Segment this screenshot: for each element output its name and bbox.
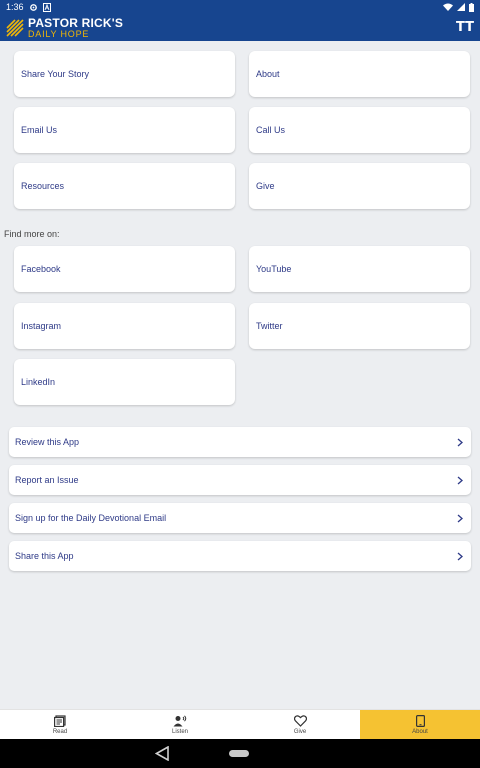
- email-us-button[interactable]: Email Us: [14, 107, 235, 153]
- wifi-icon: [443, 3, 453, 11]
- tile-label: Give: [256, 181, 275, 191]
- share-app-row[interactable]: Share this App: [9, 541, 471, 571]
- chevron-right-icon: [455, 475, 465, 485]
- resources-button[interactable]: Resources: [14, 163, 235, 209]
- nav-label: Give: [293, 728, 307, 735]
- nav-tab-read[interactable]: Read: [0, 710, 120, 739]
- logo-subtitle: DAILY HOPE: [28, 28, 90, 39]
- home-pill-button[interactable]: [229, 750, 249, 757]
- nav-tab-listen[interactable]: Listen: [120, 710, 240, 739]
- back-icon[interactable]: [154, 745, 169, 766]
- instagram-link[interactable]: Instagram: [14, 303, 235, 349]
- nav-label: Listen: [171, 728, 188, 735]
- settings-icon: [29, 3, 38, 12]
- review-app-row[interactable]: Review this App: [9, 427, 471, 457]
- chevron-right-icon: [455, 513, 465, 523]
- phone-icon: [415, 714, 425, 727]
- call-us-button[interactable]: Call Us: [249, 107, 470, 153]
- bottom-nav: Read Listen Give About: [0, 709, 480, 739]
- tile-label: Facebook: [21, 264, 61, 274]
- devotional-signup-row[interactable]: Sign up for the Daily Devotional Email: [9, 503, 471, 533]
- logo-title: PASTOR RICK'S: [28, 15, 124, 30]
- tile-label: Twitter: [256, 321, 283, 331]
- tile-label: Resources: [21, 181, 65, 191]
- heart-icon: [293, 714, 307, 727]
- find-more-heading: Find more on:: [4, 229, 60, 239]
- app-header: PASTOR RICK'S DAILY HOPE TT: [0, 14, 480, 41]
- row-label: Sign up for the Daily Devotional Email: [15, 513, 167, 523]
- tile-label: Share Your Story: [21, 69, 90, 79]
- daily-hope-logo-icon: [6, 18, 24, 37]
- nav-tab-about[interactable]: About: [360, 710, 480, 739]
- row-label: Share this App: [15, 551, 74, 561]
- tile-label: About: [256, 69, 280, 79]
- nav-tab-give[interactable]: Give: [240, 710, 360, 739]
- nav-label: Read: [52, 728, 68, 735]
- linkedin-link[interactable]: LinkedIn: [14, 359, 235, 405]
- app-logo: PASTOR RICK'S DAILY HOPE: [28, 17, 123, 39]
- notification-a-icon: [42, 2, 51, 12]
- tile-label: LinkedIn: [21, 377, 56, 387]
- about-content: Share Your Story About Email Us Call Us …: [0, 41, 480, 709]
- tile-label: Email Us: [21, 125, 58, 135]
- nav-label: About: [412, 728, 428, 735]
- tile-label: Call Us: [256, 125, 286, 135]
- tile-label: YouTube: [256, 264, 292, 274]
- battery-icon: [469, 2, 474, 12]
- signal-icon: [457, 3, 465, 11]
- chevron-right-icon: [455, 437, 465, 447]
- row-label: Report an Issue: [15, 475, 79, 485]
- chevron-right-icon: [455, 551, 465, 561]
- youtube-link[interactable]: YouTube: [249, 246, 470, 292]
- listen-icon: [173, 714, 187, 727]
- book-icon: [54, 714, 66, 727]
- give-button[interactable]: Give: [249, 163, 470, 209]
- status-time: 1:36: [6, 2, 24, 12]
- twitter-link[interactable]: Twitter: [249, 303, 470, 349]
- text-size-button[interactable]: TT: [456, 20, 474, 35]
- status-bar: 1:36: [0, 0, 480, 14]
- text-size-icon: TT: [455, 20, 474, 35]
- row-label: Review this App: [15, 437, 80, 447]
- share-your-story-button[interactable]: Share Your Story: [14, 51, 235, 97]
- tile-label: Instagram: [21, 321, 62, 331]
- report-issue-row[interactable]: Report an Issue: [9, 465, 471, 495]
- about-button[interactable]: About: [249, 51, 470, 97]
- facebook-link[interactable]: Facebook: [14, 246, 235, 292]
- system-nav-bar: [0, 739, 480, 768]
